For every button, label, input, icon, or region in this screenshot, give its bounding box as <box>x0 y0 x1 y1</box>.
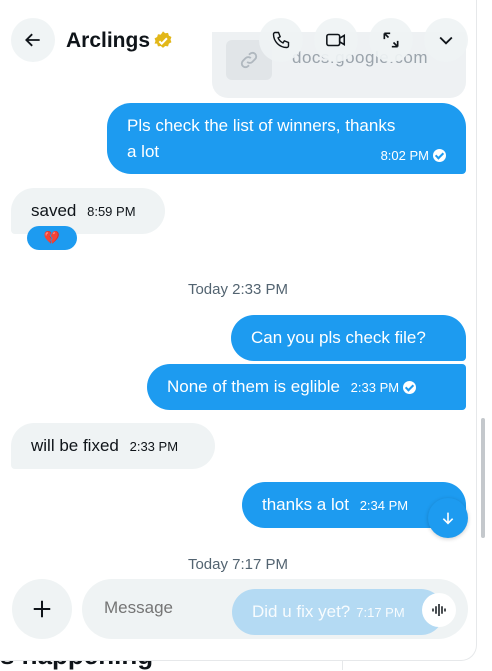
message-time: 2:34 PM <box>359 498 409 513</box>
plus-icon <box>33 600 51 618</box>
conversation-header: Arclings <box>0 0 476 80</box>
message-text: saved <box>31 201 77 220</box>
reaction-badge[interactable]: 💔 <box>27 226 77 250</box>
conversation-title[interactable]: Arclings <box>66 29 150 53</box>
back-button[interactable] <box>11 18 55 62</box>
message-composer: Did u fix yet? 7:17 PM <box>0 565 476 660</box>
pending-message: Did u fix yet? 7:17 PM <box>232 589 444 635</box>
message-text: None of them is eglible <box>167 377 340 396</box>
voice-waveform-icon <box>432 604 446 616</box>
message-text: thanks a lot <box>262 495 349 514</box>
message-text: a lot <box>127 142 160 161</box>
verified-gold-badge-icon <box>154 31 172 48</box>
message-outgoing[interactable]: None of them is eglible 2:33 PM <box>147 364 466 410</box>
seen-check-icon <box>403 381 417 394</box>
expand-icon <box>383 32 399 48</box>
collapse-button[interactable] <box>424 18 468 62</box>
message-time: 8:02 PM <box>380 148 429 163</box>
seen-check-icon <box>433 149 446 162</box>
arrow-left-icon <box>25 33 40 47</box>
arrow-down-icon <box>442 512 454 525</box>
video-icon <box>326 33 346 47</box>
message-text: Can you pls check file? <box>251 328 426 347</box>
add-attachment-button[interactable] <box>12 579 72 639</box>
scrollbar[interactable] <box>481 418 485 538</box>
broken-heart-icon: 💔 <box>43 230 61 245</box>
phone-icon <box>272 31 290 49</box>
message-input-container[interactable]: Did u fix yet? 7:17 PM <box>82 579 468 639</box>
message-time: 2:33 PM <box>129 439 179 454</box>
dm-window: docs.google.com Arclings Pls check the l… <box>0 0 477 661</box>
message-time: 8:59 PM <box>87 204 136 219</box>
date-separator: Today 2:33 PM <box>187 281 289 298</box>
video-call-button[interactable] <box>314 18 358 62</box>
pending-message-text: Did u fix yet? <box>252 602 351 621</box>
message-text: Pls check the list of winners, thanks <box>127 116 396 135</box>
message-outgoing[interactable]: Can you pls check file? <box>231 315 466 361</box>
call-button[interactable] <box>259 18 303 62</box>
message-outgoing[interactable]: Pls check the list of winners, thanks a … <box>107 103 466 174</box>
message-time: 2:33 PM <box>350 380 400 395</box>
pending-message-time: 7:17 PM <box>356 605 405 620</box>
expand-button[interactable] <box>369 18 413 62</box>
message-text: will be fixed <box>31 436 119 455</box>
message-incoming[interactable]: will be fixed 2:33 PM <box>11 423 215 469</box>
voice-message-button[interactable] <box>422 593 456 627</box>
scroll-to-bottom-button[interactable] <box>428 498 468 538</box>
chevron-down-icon <box>439 36 453 45</box>
